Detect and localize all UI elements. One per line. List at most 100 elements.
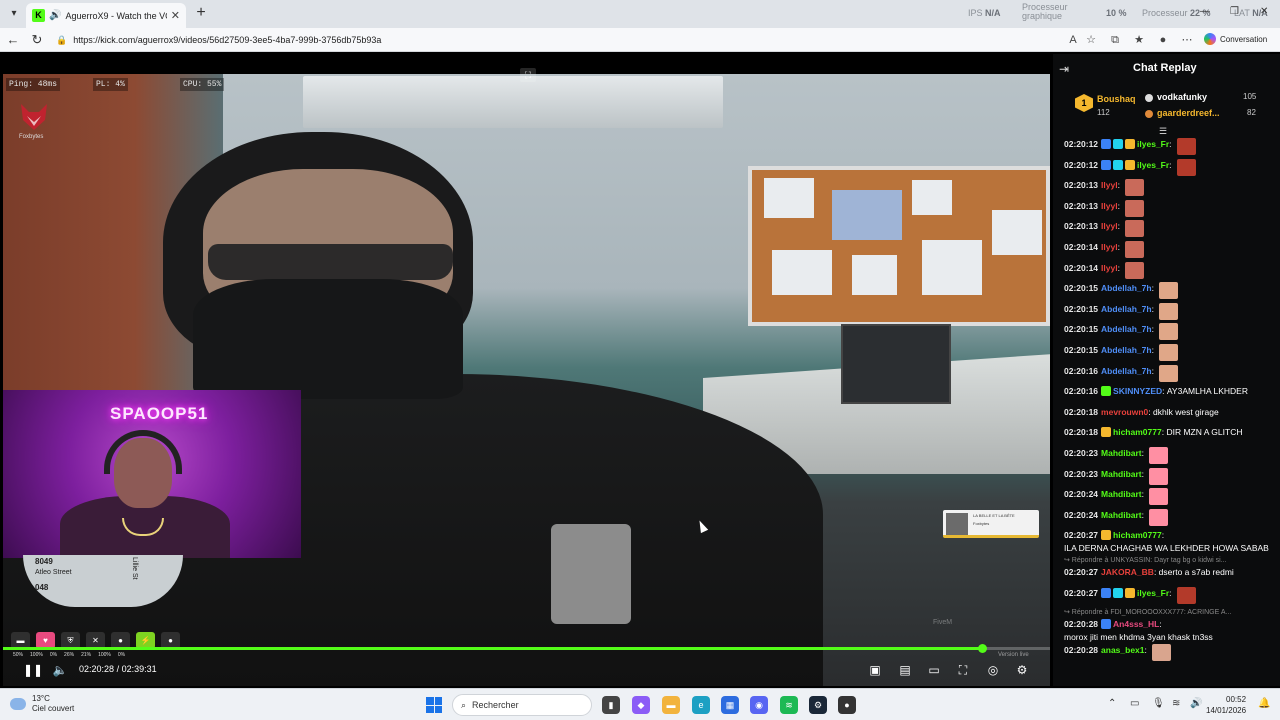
app-icon[interactable]: ● [838, 696, 856, 714]
chat-timestamp: 02:20:23 [1064, 447, 1099, 458]
chat-username[interactable]: Ilyyl [1101, 262, 1118, 275]
chat-message: 02:20:27 JAKORA_BB: dserto a s7ab redmi [1053, 566, 1280, 587]
chat-username[interactable]: Ilyyl [1101, 179, 1118, 192]
chat-username[interactable]: Abdellah_7h [1101, 344, 1152, 357]
restore-icon[interactable]: ❐ [1230, 6, 1239, 17]
chat-separator: : [1151, 303, 1157, 314]
back-arrow-icon[interactable]: ← [5, 32, 21, 48]
url-text: https://kick.com/aguerrox9/videos/56d275… [73, 35, 382, 45]
chat-username[interactable]: Abdellah_7h [1101, 303, 1152, 316]
chat-username[interactable]: ilyes_Fr [1137, 138, 1169, 151]
video-player[interactable]: Ping: 48ms PL: 4% CPU: 55% ⛶ Foxbytes SP… [3, 54, 1050, 686]
profile-avatar-icon[interactable]: ● [1156, 33, 1170, 47]
fullscreen-toggle-icon[interactable]: ⛶ [520, 68, 536, 82]
spotify-icon[interactable]: ≋ [780, 696, 798, 714]
window-close-icon[interactable]: ✕ [1260, 6, 1268, 17]
tray-mic-icon[interactable]: 🎙 [1152, 698, 1165, 709]
chat-separator: : [1151, 283, 1157, 294]
tray-network-icon[interactable]: ▭ [1130, 698, 1139, 709]
weather-widget[interactable]: 13°C Ciel couvert [10, 694, 74, 714]
progress-knob[interactable] [977, 644, 987, 653]
copilot-app-icon[interactable]: ◆ [632, 696, 650, 714]
chat-username[interactable]: Mahdibart [1101, 488, 1142, 501]
chat-username[interactable]: Ilyyl [1101, 220, 1118, 233]
chat-username[interactable]: Mahdibart [1101, 447, 1142, 460]
extensions-icon[interactable]: ⧉ [1108, 33, 1122, 47]
read-aloud-icon[interactable]: A [1066, 33, 1080, 47]
chat-username[interactable]: Abdellah_7h [1101, 365, 1152, 378]
tray-volume-icon[interactable]: 🔊 [1190, 698, 1202, 709]
chat-username[interactable]: hicham0777 [1113, 426, 1162, 439]
chat-message: 02:20:23 Mahdibart: [1053, 467, 1280, 489]
chat-username[interactable]: mevrouwn0 [1101, 406, 1148, 419]
chat-username[interactable]: ilyes_Fr [1137, 587, 1169, 600]
chat-text: dkhlk west girage [1153, 406, 1219, 417]
discord-icon[interactable]: ◉ [750, 696, 768, 714]
speaker-icon[interactable]: 🔊 [49, 10, 61, 21]
new-tab-button[interactable]: + [192, 4, 210, 22]
volume-icon[interactable]: 🔈 [52, 662, 68, 678]
chat-username[interactable]: Ilyyl [1101, 200, 1118, 213]
taskbar-clock[interactable]: 00:52 14/01/2026 [1206, 694, 1246, 716]
settings-gear-icon[interactable]: ⚙ [1014, 662, 1030, 678]
favorite-star-icon[interactable]: ☆ [1084, 33, 1098, 47]
chat-header: ⇥ Chat Replay [1053, 54, 1280, 84]
chat-username[interactable]: anas_bex1 [1101, 644, 1144, 657]
chat-username[interactable]: hicham0777 [1113, 529, 1162, 542]
leader-second-name[interactable]: vodkafunky [1157, 92, 1207, 102]
hud-ping: Ping: 48ms [6, 78, 61, 91]
leaderboard-expand-icon[interactable]: ☰ [1159, 126, 1167, 137]
chat-username[interactable]: Ilyyl [1101, 241, 1118, 254]
chat-emote-icon [1176, 586, 1196, 604]
steam-icon[interactable]: ⚙ [809, 696, 827, 714]
chat-badge-icon [1101, 587, 1112, 598]
clip-icon[interactable]: ▤ [897, 662, 913, 678]
chat-timestamp: 02:20:12 [1064, 139, 1099, 149]
leader-first-name[interactable]: Boushaq [1097, 94, 1136, 104]
tab-actions-menu-icon[interactable]: ▾ [6, 6, 22, 22]
url-field[interactable]: 🔒 https://kick.com/aguerrox9/videos/56d2… [56, 31, 1096, 49]
theater-mode-icon[interactable]: ▭ [926, 662, 942, 678]
chat-emote-icon [1159, 302, 1179, 320]
store-icon[interactable]: ▦ [721, 696, 739, 714]
favorites-icon[interactable]: ★ [1132, 33, 1146, 47]
chat-username[interactable]: Abdellah_7h [1101, 323, 1152, 336]
leader-third-value: 82 [1247, 108, 1256, 117]
task-view-icon[interactable]: ▮ [602, 696, 620, 714]
minimize-icon[interactable]: — [1200, 6, 1210, 17]
chat-username[interactable]: Mahdibart [1101, 468, 1142, 481]
taskbar-search[interactable]: ⌕ Rechercher [452, 694, 592, 716]
chat-username[interactable]: SKINNYZED [1113, 385, 1162, 398]
notifications-bell-icon[interactable]: 🔔 [1258, 698, 1270, 709]
tab-close-icon[interactable]: ✕ [171, 9, 180, 22]
chat-username[interactable]: ilyes_Fr [1137, 159, 1169, 172]
tray-overflow-icon[interactable]: ⌃ [1108, 698, 1116, 709]
playback-speed-icon[interactable]: ◎ [985, 662, 1001, 678]
copilot-conversation-button[interactable]: Conversation [1204, 33, 1267, 45]
chat-username[interactable]: Abdellah_7h [1101, 282, 1152, 295]
edge-browser-icon[interactable]: e [692, 696, 710, 714]
time-current: 02:20:28 [79, 664, 115, 674]
video-progress-bar[interactable] [3, 644, 1050, 653]
picture-in-picture-icon[interactable]: ▣ [867, 662, 883, 678]
chat-badge-icon [1113, 587, 1124, 598]
chat-timestamp: 02:20:14 [1064, 241, 1099, 252]
collapse-chat-icon[interactable]: ⇥ [1059, 62, 1073, 76]
file-explorer-icon[interactable]: ▬ [662, 696, 680, 714]
leader-third-name[interactable]: gaarderdreef... [1157, 108, 1220, 118]
more-menu-icon[interactable]: ⋯ [1180, 33, 1194, 47]
chat-username[interactable]: An4sss_HL [1113, 618, 1159, 631]
chat-message: 02:20:12 ilyes_Fr: [1053, 158, 1280, 180]
pause-icon[interactable]: ❚❚ [23, 662, 43, 678]
browser-tab-active[interactable]: K 🔊 AguerroX9 - Watch the VOD o ✕ [26, 3, 186, 28]
site-info-icon[interactable]: 🔒 [56, 35, 67, 46]
reload-icon[interactable]: ↻ [29, 32, 45, 48]
tray-wifi-icon[interactable]: ≋ [1172, 698, 1180, 709]
chat-reply-context: ↪ Répondre à UNKYASSIN: Dayr tag bg o ki… [1064, 557, 1227, 565]
chat-message: 02:20:15 Abdellah_7h: [1053, 302, 1280, 324]
windows-start-icon[interactable] [426, 697, 442, 713]
chat-username[interactable]: JAKORA_BB [1101, 566, 1154, 579]
video-timecode: 02:20:28 / 02:39:31 [79, 664, 157, 674]
fullscreen-icon[interactable]: ⛶ [955, 662, 971, 678]
chat-username[interactable]: Mahdibart [1101, 509, 1142, 522]
